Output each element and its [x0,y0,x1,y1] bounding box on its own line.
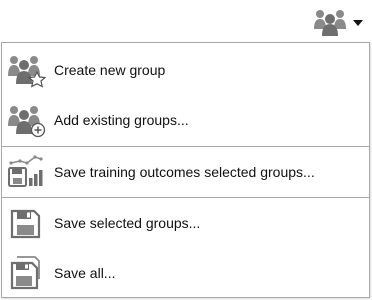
group-add-icon [8,106,46,138]
group-star-icon [8,56,46,88]
groups-dropdown-menu: Create new group Add existing groups... [1,42,370,298]
menu-item-save-training-outcomes[interactable]: Save training outcomes selected groups..… [2,147,369,197]
groups-menu-button[interactable] [306,4,370,40]
menu-item-label: Save training outcomes selected groups..… [54,164,315,180]
save-all-icon [10,256,40,290]
save-icon [10,209,41,239]
save-chart-icon [8,155,43,187]
menu-item-add-existing-groups[interactable]: Add existing groups... [2,95,369,145]
menu-item-label: Save all... [54,265,116,281]
menu-item-label: Save selected groups... [54,215,201,231]
app-root: Create new group Add existing groups... [0,0,372,300]
caret-down-icon [353,20,363,26]
menu-item-create-new-group[interactable]: Create new group [2,45,369,95]
menu-item-label: Add existing groups... [54,112,189,128]
menu-item-save-selected-groups[interactable]: Save selected groups... [2,198,369,248]
groups-icon [314,10,346,36]
menu-item-save-all[interactable]: Save all... [2,248,369,298]
menu-item-label: Create new group [54,62,166,78]
